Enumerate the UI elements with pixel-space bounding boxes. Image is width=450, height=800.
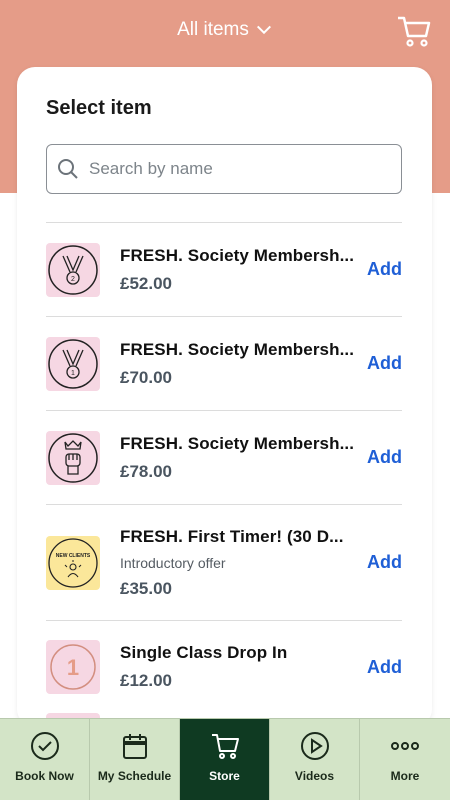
badge-text: NEW CLIENTS [56, 553, 91, 559]
calendar-icon [122, 734, 147, 759]
check-circle-icon [30, 732, 59, 760]
play-circle-icon [300, 732, 329, 760]
list-item[interactable]: 1 FRESH. Society Membersh... £70.00 Add [46, 317, 402, 411]
cart-icon[interactable] [396, 14, 432, 48]
new-clients-badge-icon: NEW CLIENTS [46, 535, 100, 590]
nav-my-schedule[interactable]: My Schedule [90, 719, 180, 800]
category-dropdown[interactable]: All items [0, 19, 450, 41]
add-button[interactable]: Add [367, 447, 402, 468]
item-price: £52.00 [120, 273, 172, 293]
nav-label: Book Now [15, 769, 74, 783]
item-list: 2 FRESH. Society Membersh... £52.00 Add … [46, 222, 402, 725]
add-button[interactable]: Add [367, 552, 402, 573]
item-price: £78.00 [120, 461, 172, 481]
list-item[interactable]: 2 FRESH. Society Membersh... £52.00 Add [46, 223, 402, 317]
item-name: Single Class Drop In [120, 643, 288, 662]
category-dropdown-label: All items [177, 19, 249, 40]
list-item[interactable]: FRESH. Society Membersh... £78.00 Add [46, 411, 402, 505]
number-1-icon: 1 [46, 640, 100, 694]
nav-label: Videos [294, 769, 335, 783]
list-item[interactable]: 1 Single Class Drop In £12.00 Add [46, 621, 402, 713]
nav-more[interactable]: More [360, 719, 450, 800]
item-price: £35.00 [120, 578, 172, 598]
medal-2-icon: 2 [46, 242, 100, 297]
medal-1-icon: 1 [46, 336, 100, 391]
search-icon [58, 159, 78, 179]
nav-label: My Schedule [97, 769, 172, 783]
bottom-nav: Book Now My Schedule Store Videos More [0, 718, 450, 800]
badge-text: 1 [67, 655, 79, 680]
nav-book-now[interactable]: Book Now [0, 719, 90, 800]
select-item-card: Select item 2 FRESH. Society Membersh...… [17, 67, 432, 727]
search-input[interactable] [89, 159, 369, 179]
nav-label: More [390, 769, 420, 783]
svg-text:2: 2 [71, 276, 75, 283]
item-name: FRESH. Society Membersh... [120, 433, 355, 453]
fist-crown-icon [46, 430, 100, 485]
item-name: FRESH. First Timer! (30 D... [120, 526, 344, 546]
cart-icon [211, 734, 239, 759]
svg-text:1: 1 [71, 370, 75, 377]
add-button[interactable]: Add [367, 657, 402, 678]
item-price: £12.00 [120, 671, 172, 690]
card-title: Select item [46, 97, 152, 119]
nav-store[interactable]: Store [180, 719, 270, 800]
item-name: FRESH. Society Membersh... [120, 245, 355, 265]
item-price: £70.00 [120, 367, 172, 387]
chevron-down-icon [256, 25, 271, 35]
item-name: FRESH. Society Membersh... [120, 339, 355, 359]
search-box[interactable] [46, 144, 402, 194]
add-button[interactable]: Add [367, 353, 402, 374]
list-item[interactable]: NEW CLIENTS FRESH. First Timer! (30 D...… [46, 505, 402, 621]
more-dots-icon [391, 742, 419, 750]
add-button[interactable]: Add [367, 259, 402, 280]
item-subtitle: Introductory offer [120, 554, 226, 571]
nav-label: Store [209, 769, 240, 783]
nav-videos[interactable]: Videos [270, 719, 360, 800]
